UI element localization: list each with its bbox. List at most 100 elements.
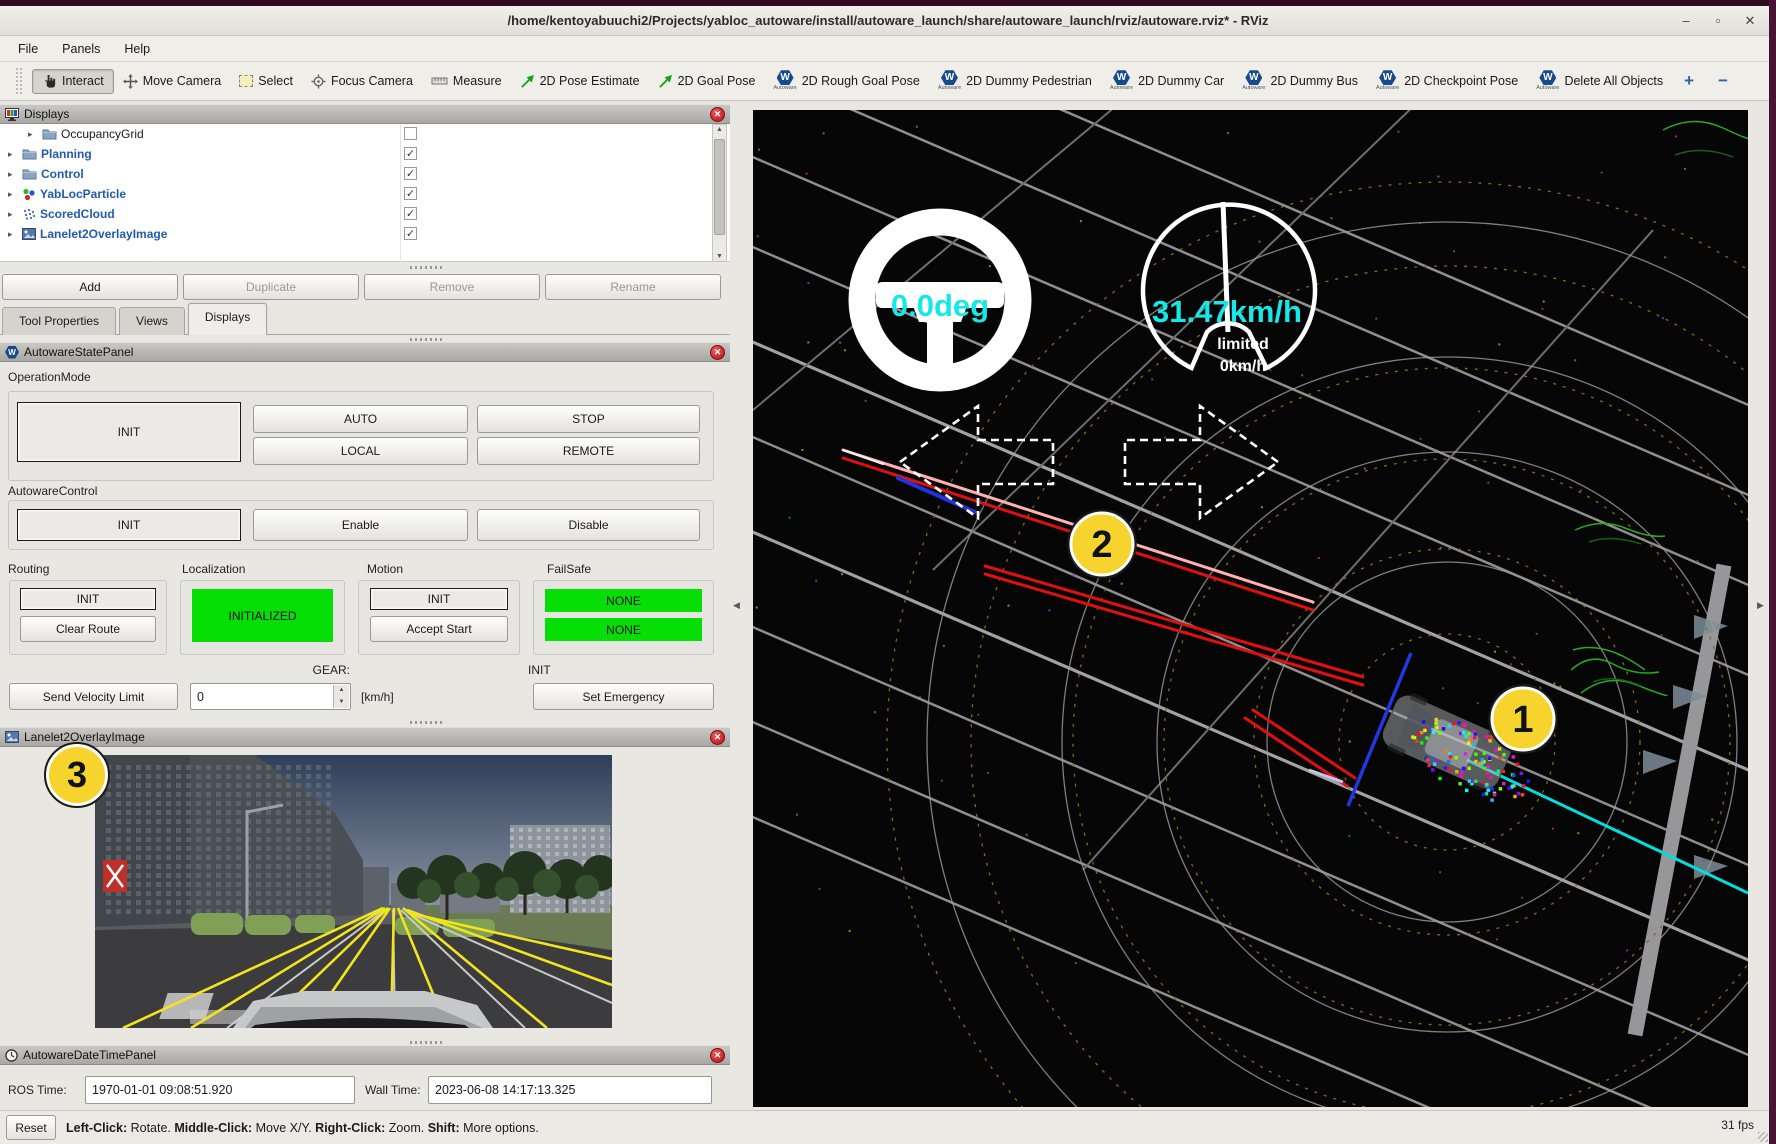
init-label: INIT — [528, 663, 551, 677]
tool-focus-camera[interactable]: Focus Camera — [302, 70, 422, 93]
close-icon[interactable]: ✕ — [710, 345, 725, 360]
close-icon[interactable]: ✕ — [710, 1048, 725, 1063]
scroll-up-icon[interactable]: ▲ — [713, 126, 726, 133]
minimize-button[interactable]: – — [1674, 10, 1698, 32]
state-panel-header[interactable]: W AutowareStatePanel ✕ — [0, 342, 730, 362]
resize-grip[interactable] — [1758, 1132, 1768, 1142]
gear-label: GEAR: — [300, 663, 350, 677]
expander-icon[interactable]: ▸ — [8, 169, 18, 180]
display-row-occupancygrid[interactable]: ▸ OccupancyGrid — [0, 124, 730, 144]
menu-file[interactable]: File — [6, 38, 50, 60]
velocity-unit-label: [km/h] — [361, 690, 394, 704]
tab-views[interactable]: Views — [119, 307, 185, 335]
green-arrow-icon — [658, 74, 673, 89]
remove-button[interactable]: Remove — [364, 274, 540, 300]
remove-tool-button[interactable]: − — [1706, 71, 1740, 91]
tool-2d-pose-estimate[interactable]: 2D Pose Estimate — [511, 70, 649, 93]
dock-collapse-right-icon[interactable]: ▶ — [1757, 600, 1764, 611]
tree-scrollbar[interactable]: ▲ ▼ — [712, 124, 727, 262]
tab-tool-properties[interactable]: Tool Properties — [2, 307, 116, 335]
displays-panel-header[interactable]: Displays ✕ — [0, 104, 730, 124]
local-button[interactable]: LOCAL — [253, 437, 468, 465]
duplicate-button[interactable]: Duplicate — [183, 274, 359, 300]
tool-delete-all-objects[interactable]: WAutoware Delete All Objects — [1527, 66, 1672, 96]
remote-button[interactable]: REMOTE — [477, 437, 700, 465]
tool-2d-goal-pose[interactable]: 2D Goal Pose — [649, 70, 765, 93]
panel-tabs: Tool Properties Views Displays — [2, 303, 270, 335]
stop-button[interactable]: STOP — [477, 405, 700, 433]
tool-2d-dummy-pedestrian[interactable]: WAutoware 2D Dummy Pedestrian — [929, 66, 1101, 96]
toolbar-drag-handle[interactable] — [16, 68, 24, 94]
localization-state: INITIALIZED — [192, 589, 333, 642]
display-row-lanelet2overlayimage[interactable]: ▸ Lanelet2OverlayImage ✓ — [0, 224, 730, 244]
display-checkbox[interactable]: ✓ — [404, 207, 417, 220]
tool-2d-checkpoint-pose[interactable]: WAutoware 2D Checkpoint Pose — [1367, 66, 1527, 96]
splitter-handle[interactable] — [410, 338, 444, 341]
failsafe-label: FailSafe — [547, 562, 591, 576]
auto-button[interactable]: AUTO — [253, 405, 468, 433]
reset-button[interactable]: Reset — [6, 1115, 56, 1140]
tool-interact[interactable]: Interact — [32, 69, 114, 94]
display-row-control[interactable]: ▸ Control ✓ — [0, 164, 730, 184]
title-bar[interactable]: /home/kentoyabuuchi2/Projects/yabloc_aut… — [0, 6, 1776, 36]
displays-tree[interactable]: ▸ OccupancyGrid ▸ Planning ✓ ▸ Control ✓… — [0, 124, 730, 262]
close-icon[interactable]: ✕ — [710, 730, 725, 745]
spinner-arrows[interactable]: ▲▼ — [333, 685, 349, 708]
tool-2d-rough-goal-pose[interactable]: WAutoware 2D Rough Goal Pose — [764, 66, 928, 96]
scrollbar-thumb[interactable] — [714, 139, 725, 235]
clear-route-button[interactable]: Clear Route — [20, 616, 156, 642]
operation-mode-label: OperationMode — [8, 370, 91, 384]
tool-move-camera[interactable]: Move Camera — [114, 70, 231, 93]
add-button[interactable]: Add — [2, 274, 178, 300]
datetime-panel-header[interactable]: AutowareDateTimePanel ✕ — [0, 1045, 730, 1065]
tool-select[interactable]: Select — [230, 70, 302, 92]
expander-icon[interactable]: ▸ — [8, 229, 18, 240]
display-checkbox[interactable]: ✓ — [404, 187, 417, 200]
ros-time-field[interactable]: 1970-01-01 09:08:51.920 — [85, 1076, 355, 1104]
tool-label: 2D Checkpoint Pose — [1404, 74, 1518, 88]
splitter-handle[interactable] — [410, 1041, 444, 1044]
display-row-planning[interactable]: ▸ Planning ✓ — [0, 144, 730, 164]
send-velocity-limit-button[interactable]: Send Velocity Limit — [9, 683, 178, 710]
tool-2d-dummy-bus[interactable]: WAutoware 2D Dummy Bus — [1233, 66, 1367, 96]
particle-icon — [22, 188, 36, 201]
add-tool-button[interactable]: + — [1672, 71, 1706, 91]
close-icon[interactable]: ✕ — [710, 107, 725, 122]
overlay-panel-header[interactable]: Lanelet2OverlayImage ✕ — [0, 727, 730, 747]
expander-icon[interactable]: ▸ — [8, 149, 18, 160]
expander-icon[interactable]: ▸ — [28, 129, 38, 140]
display-row-scoredcloud[interactable]: ▸ ScoredCloud ✓ — [0, 204, 730, 224]
display-row-yablocparticle[interactable]: ▸ YabLocParticle ✓ — [0, 184, 730, 204]
menu-bar: File Panels Help — [0, 36, 1776, 62]
dock-collapse-left-icon[interactable]: ◀ — [733, 600, 740, 611]
splitter-handle[interactable] — [410, 266, 444, 269]
enable-button[interactable]: Enable — [253, 509, 468, 541]
menu-help[interactable]: Help — [112, 38, 162, 60]
tool-measure[interactable]: Measure — [422, 70, 511, 92]
rename-button[interactable]: Rename — [545, 274, 721, 300]
menu-panels[interactable]: Panels — [50, 38, 112, 60]
wall-time-field[interactable]: 2023-06-08 14:17:13.325 — [428, 1076, 712, 1104]
expander-icon[interactable]: ▸ — [8, 209, 18, 220]
close-button[interactable]: ✕ — [1738, 10, 1762, 32]
splitter-handle[interactable] — [410, 721, 444, 724]
maximize-button[interactable]: ▫ — [1706, 10, 1730, 32]
tool-2d-dummy-car[interactable]: WAutoware 2D Dummy Car — [1101, 66, 1233, 96]
autoware-logo-icon: WAutoware — [773, 70, 796, 92]
spin-up-icon: ▲ — [334, 685, 349, 697]
set-emergency-button[interactable]: Set Emergency — [533, 683, 714, 710]
render-viewport[interactable]: 0.0deg 31.47km/h limited 0km/h 2 1 — [753, 110, 1748, 1107]
expander-icon[interactable]: ▸ — [8, 189, 18, 200]
display-checkbox[interactable]: ✓ — [404, 147, 417, 160]
ros-time-value: 1970-01-01 09:08:51.920 — [92, 1083, 232, 1097]
disable-button[interactable]: Disable — [477, 509, 700, 541]
accept-start-button[interactable]: Accept Start — [370, 616, 508, 642]
display-checkbox[interactable]: ✓ — [404, 227, 417, 240]
display-checkbox[interactable] — [404, 127, 417, 140]
tab-displays[interactable]: Displays — [188, 303, 267, 335]
scroll-down-icon[interactable]: ▼ — [713, 253, 726, 260]
display-checkbox[interactable]: ✓ — [404, 167, 417, 180]
folder-icon — [22, 168, 37, 180]
velocity-limit-spinner[interactable]: 0 ▲▼ — [190, 683, 351, 710]
display-name: YabLocParticle — [40, 187, 126, 201]
